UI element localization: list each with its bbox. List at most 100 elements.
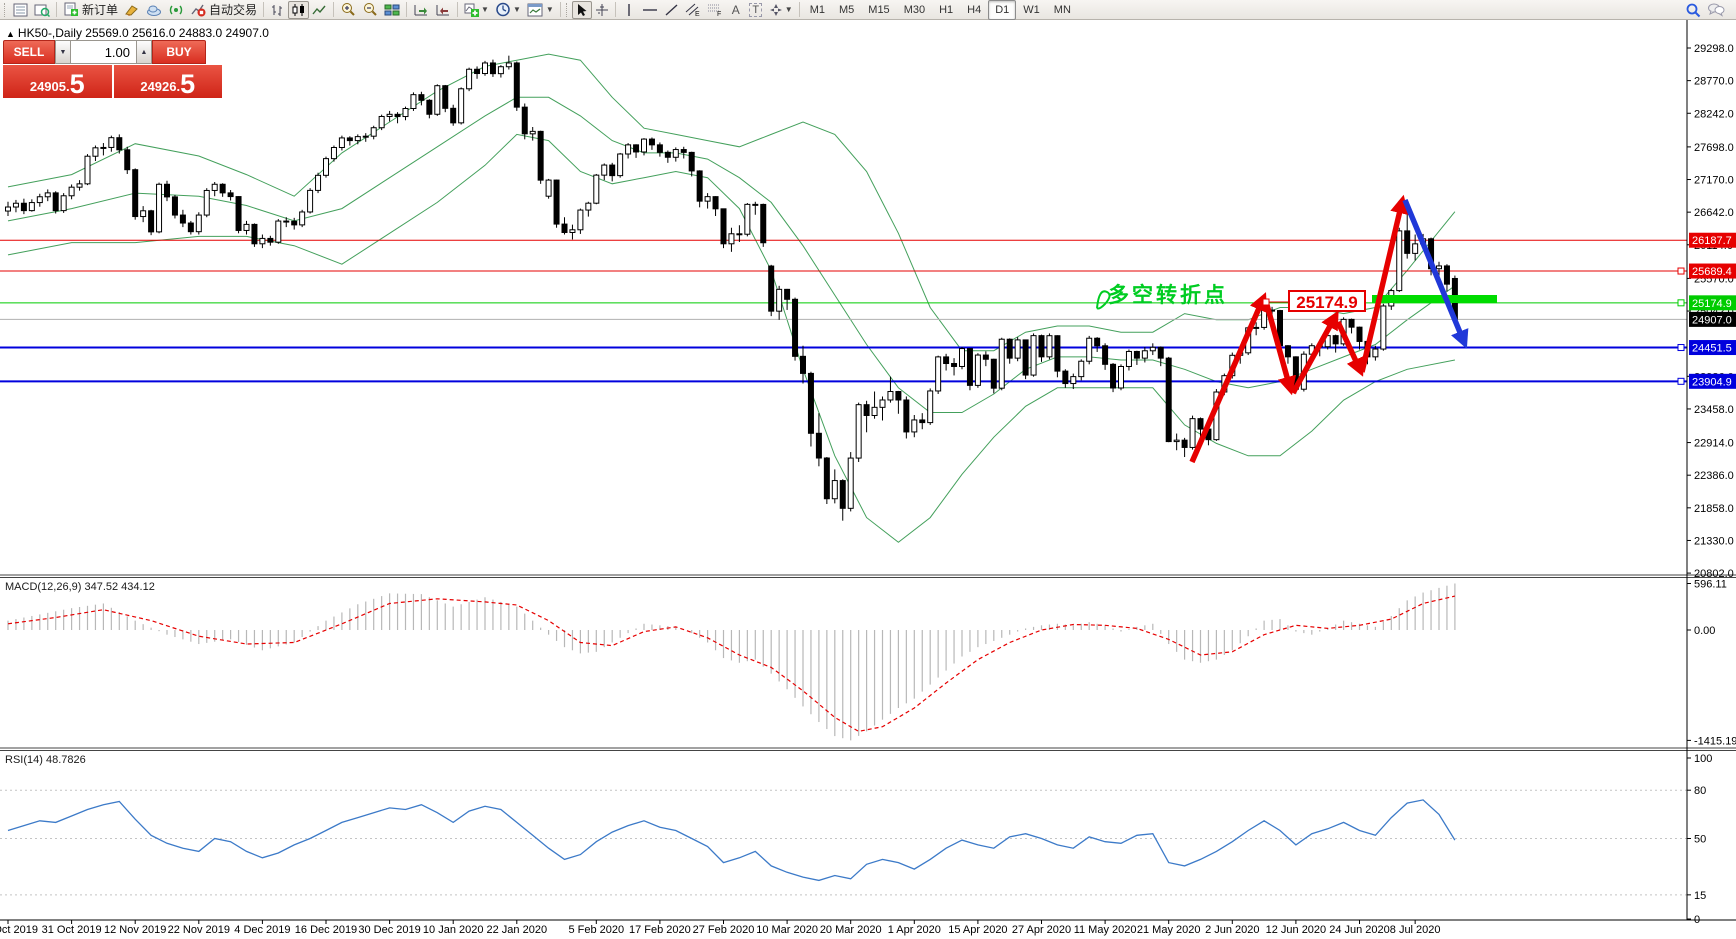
candle-body bbox=[529, 130, 536, 135]
dropdown-caret-icon: ▼ bbox=[481, 5, 489, 14]
candle-body bbox=[1038, 335, 1045, 358]
candle-body bbox=[1436, 265, 1442, 270]
text-label-tool[interactable]: T bbox=[746, 1, 766, 19]
candle-body bbox=[974, 354, 981, 386]
candle-body bbox=[863, 404, 870, 416]
candle-body bbox=[831, 480, 838, 500]
date-tick-label: 10 Jan 2020 bbox=[423, 924, 484, 936]
buy-price-display[interactable]: 24926. 5 bbox=[113, 65, 222, 98]
autotrade-button[interactable]: 自动交易 bbox=[187, 1, 260, 19]
date-tick-label: 24 Jun 2020 bbox=[1329, 924, 1390, 936]
tile-windows-icon[interactable] bbox=[381, 1, 403, 19]
arrows-tool[interactable]: ▼ bbox=[766, 1, 796, 19]
fibonacci-tool[interactable]: F bbox=[704, 1, 726, 19]
axis-tick-label: 27698.0 bbox=[1694, 142, 1734, 154]
volume-decrease-button[interactable]: ▼ bbox=[55, 40, 71, 64]
timeframe-w1[interactable]: W1 bbox=[1016, 0, 1047, 20]
chart-canvas[interactable]: 29298.0 28770.0 28242.0 27698.0 27170.0 26642… bbox=[0, 0, 1736, 939]
candle-body bbox=[235, 196, 242, 231]
channel-tool[interactable]: E bbox=[682, 1, 704, 19]
hline-handle[interactable] bbox=[1677, 344, 1685, 352]
cursor-tool[interactable] bbox=[571, 0, 592, 19]
axis-tick-label: 21330.0 bbox=[1694, 535, 1734, 547]
volume-increase-button[interactable]: ▲ bbox=[136, 40, 152, 64]
candle-body bbox=[688, 151, 695, 172]
timeframe-m15[interactable]: M15 bbox=[861, 0, 896, 20]
line-chart-icon[interactable] bbox=[309, 1, 330, 19]
candle-body bbox=[44, 192, 51, 198]
hline-handle[interactable] bbox=[1677, 267, 1685, 275]
candle-body bbox=[601, 164, 608, 176]
zoom-in-icon[interactable] bbox=[337, 1, 359, 19]
add-indicator-button[interactable]: ▼ bbox=[461, 1, 492, 19]
hline-handle[interactable] bbox=[1677, 377, 1685, 385]
candle-body bbox=[354, 136, 361, 142]
styler-icon[interactable] bbox=[121, 1, 143, 19]
candle-body bbox=[1197, 418, 1204, 430]
search-icon[interactable] bbox=[1682, 1, 1704, 19]
candle-body bbox=[927, 390, 934, 424]
trendline-tool[interactable] bbox=[661, 1, 682, 19]
candle-body bbox=[28, 202, 35, 212]
date-tick-label: 11 May 2020 bbox=[1074, 924, 1137, 936]
timeframe-m30[interactable]: M30 bbox=[897, 0, 932, 20]
rsi-axis-label: 80 bbox=[1694, 785, 1706, 797]
candle-body bbox=[187, 222, 194, 233]
dropdown-caret-icon: ▼ bbox=[545, 5, 554, 14]
timeframe-mn[interactable]: MN bbox=[1047, 0, 1078, 20]
candle-body bbox=[577, 209, 584, 231]
bollinger-upper-line bbox=[7, 53, 1456, 352]
data-window-icon[interactable] bbox=[31, 1, 53, 19]
candle-body bbox=[792, 298, 799, 357]
candle-body bbox=[807, 372, 814, 434]
crosshair-tool[interactable] bbox=[592, 1, 612, 19]
timeframe-h4[interactable]: H4 bbox=[960, 0, 988, 20]
timeframe-d1[interactable]: D1 bbox=[988, 0, 1017, 20]
candle-body bbox=[1046, 335, 1053, 358]
timeframe-m1[interactable]: M1 bbox=[803, 0, 832, 20]
candle-body bbox=[299, 211, 306, 226]
candle-body bbox=[561, 223, 568, 233]
candle-chart-icon[interactable] bbox=[288, 0, 310, 19]
candle-body bbox=[895, 391, 902, 401]
date-tick-label: 15 Apr 2020 bbox=[948, 924, 1007, 936]
candles bbox=[5, 55, 1458, 521]
zoom-out-icon[interactable] bbox=[359, 1, 381, 19]
sell-button[interactable]: SELL bbox=[3, 40, 55, 64]
cloud-icon[interactable] bbox=[143, 1, 166, 19]
chat-icon[interactable] bbox=[1704, 1, 1728, 19]
buy-price-main: 24926. bbox=[140, 79, 181, 94]
candle-body bbox=[1141, 350, 1148, 359]
turning-point-annotation[interactable]: 多空转折点 bbox=[1108, 279, 1228, 309]
support-zone-bar[interactable] bbox=[1372, 295, 1497, 303]
chart-ohlc-header: ▲ HK50-,Daily 25569.0 25616.0 24883.0 249… bbox=[6, 26, 269, 40]
candle-body bbox=[784, 288, 791, 300]
candle-body bbox=[768, 265, 775, 312]
candle-body bbox=[625, 144, 632, 155]
hline-handle[interactable] bbox=[1677, 299, 1685, 307]
horizontal-line-tool[interactable] bbox=[639, 1, 661, 19]
rsi-line bbox=[7, 799, 1456, 882]
periods-button[interactable]: ▼ bbox=[492, 1, 524, 19]
text-tool[interactable]: A bbox=[726, 1, 746, 19]
sell-price-display[interactable]: 24905. 5 bbox=[3, 65, 112, 98]
template-button[interactable]: ▼ bbox=[524, 1, 557, 19]
auto-scroll-icon[interactable] bbox=[410, 1, 432, 19]
bar-chart-icon[interactable] bbox=[267, 1, 288, 19]
candle-body bbox=[474, 68, 481, 75]
vertical-line-tool[interactable] bbox=[619, 1, 639, 19]
timeframe-h1[interactable]: H1 bbox=[932, 0, 960, 20]
candle-body bbox=[338, 137, 345, 149]
new-order-button[interactable]: 新订单 bbox=[60, 1, 121, 19]
buy-button[interactable]: BUY bbox=[152, 40, 206, 64]
charts-list-icon[interactable] bbox=[10, 1, 31, 19]
callout-anchor[interactable] bbox=[1262, 298, 1270, 306]
price-callout-label[interactable]: 25174.9 bbox=[1288, 290, 1366, 312]
candle-body bbox=[267, 237, 274, 243]
candle-body bbox=[1022, 339, 1029, 376]
volume-input[interactable] bbox=[71, 40, 136, 64]
chart-shift-icon[interactable] bbox=[432, 1, 454, 19]
timeframe-m5[interactable]: M5 bbox=[832, 0, 861, 20]
candle-body bbox=[1102, 345, 1109, 365]
signal-icon[interactable] bbox=[166, 1, 187, 19]
